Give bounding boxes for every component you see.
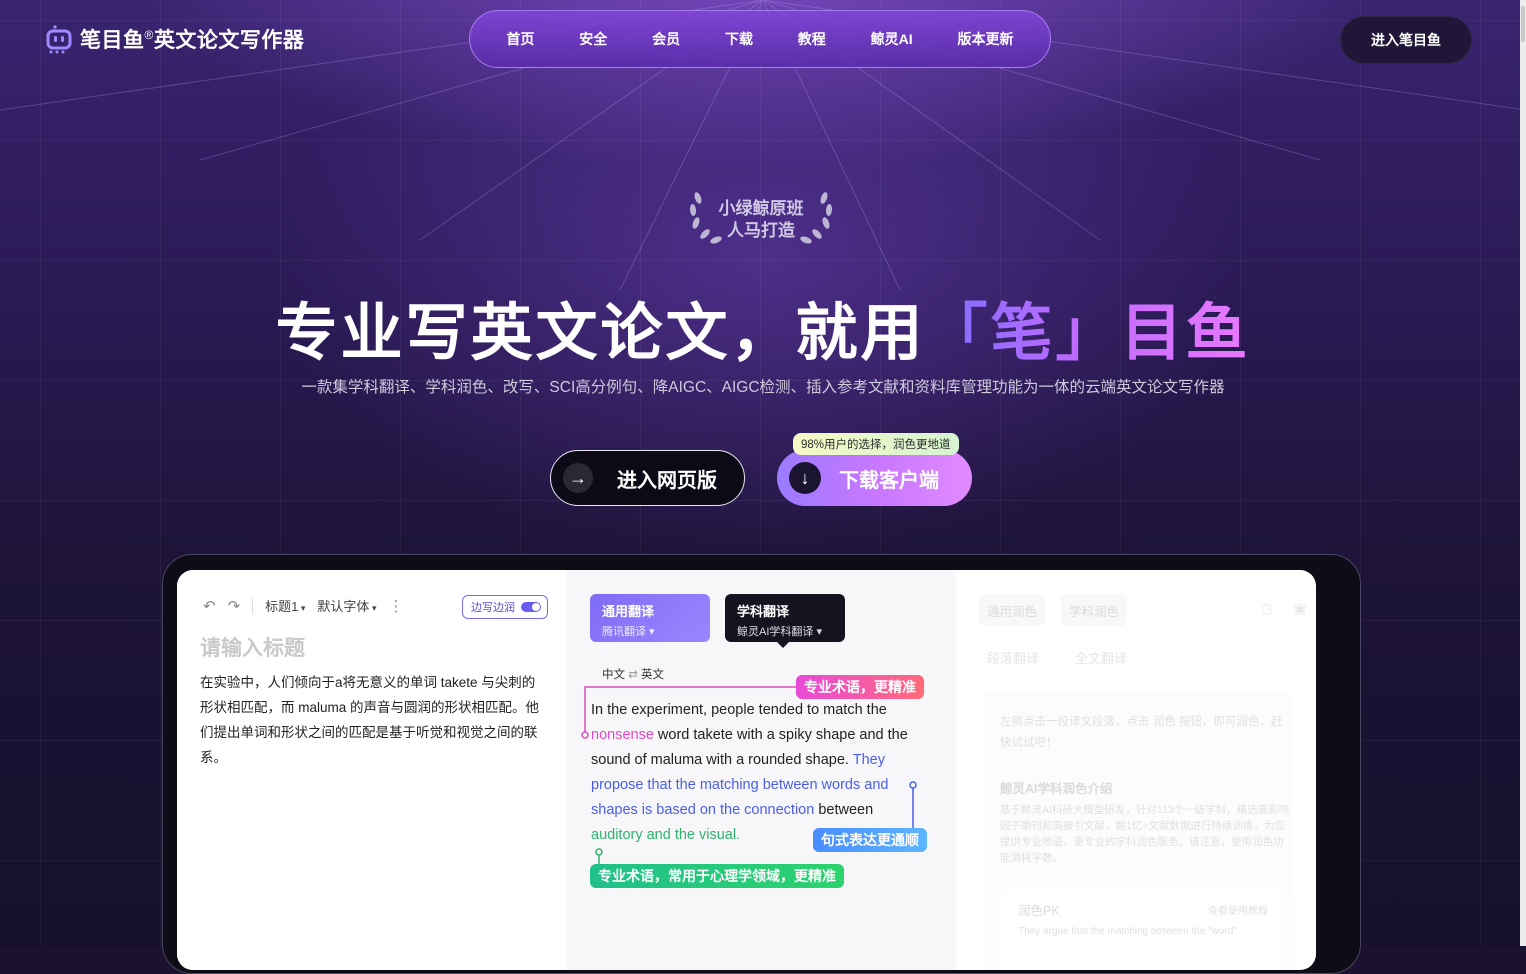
laurel-badge: 小绿鲸原班 人马打造 xyxy=(684,186,838,246)
hero-title: 专业写英文论文，就用「笔」目鱼 xyxy=(275,299,1251,368)
translation-pane: 通用翻译 腾讯翻译 ▾ 学科翻译 鲸灵AI学科翻译 ▾ 中文 ⇄ 英文 In t… xyxy=(567,570,955,970)
tag-terminology: 专业术语，更精准 xyxy=(796,675,924,699)
tab-full-translate[interactable]: 全文翻译 xyxy=(1075,648,1127,667)
badge-line-2: 人马打造 xyxy=(727,221,795,240)
font-dropdown[interactable]: 默认字体 xyxy=(317,596,376,615)
nav-jingling-ai[interactable]: 鲸灵AI xyxy=(871,29,913,49)
scrollbar-thumb[interactable] xyxy=(1521,6,1525,42)
polish-pk-title: 润色PK xyxy=(1018,904,1060,918)
nav-download[interactable]: 下载 xyxy=(725,29,753,49)
brand-logo[interactable]: 笔目鱼®英文论文写作器 xyxy=(46,24,304,54)
polish-intro-text: 基于鲸灵AI科研大模型研发，针对113个一级学科，精选高影响因子期刊和高被引文献… xyxy=(1000,804,1290,864)
tab-subject-polish[interactable]: 学科润色 xyxy=(1061,594,1128,626)
redo-icon[interactable]: ↷ xyxy=(228,597,241,615)
download-client-label: 下载客户端 xyxy=(839,469,939,492)
nav-version-update[interactable]: 版本更新 xyxy=(957,29,1013,49)
nav-membership[interactable]: 会员 xyxy=(652,29,680,49)
app-preview-screen: ↶ ↷ 标题1 默认字体 ⋮ 边写边润 请输入标题 在实验中，人们倾向于a将无意… xyxy=(177,570,1316,970)
arrow-down-icon: ↓ xyxy=(789,462,821,494)
edge-polish-toggle[interactable]: 边写边润 xyxy=(462,595,548,619)
polish-intro-title: 鲸灵AI学科润色介绍 xyxy=(1000,782,1113,796)
scrollbar[interactable] xyxy=(1520,0,1526,946)
enter-app-button[interactable]: 进入笔目鱼 xyxy=(1340,16,1472,64)
polish-pk-text: They argue that the matching between the… xyxy=(1018,926,1237,937)
editor-toolbar: ↶ ↷ 标题1 默认字体 ⋮ xyxy=(203,596,403,615)
hero-subtitle: 一款集学科翻译、学科润色、改写、SCI高分例句、降AIGC、AIGC检测、插入参… xyxy=(301,379,1225,396)
enter-web-label: 进入网页版 xyxy=(617,469,717,492)
undo-icon[interactable]: ↶ xyxy=(203,597,216,615)
enter-web-button[interactable]: → 进入网页版 xyxy=(550,450,745,506)
download-tip-badge: 98%用户的选择，润色更地道 xyxy=(793,433,959,455)
edge-polish-label: 边写边润 xyxy=(471,602,515,614)
nav-security[interactable]: 安全 xyxy=(579,29,607,49)
tag-psychology-term: 专业术语，常用于心理学领域，更精准 xyxy=(590,864,844,888)
nav-tutorial[interactable]: 教程 xyxy=(798,29,826,49)
tab-general-polish[interactable]: 通用润色 xyxy=(979,594,1046,626)
download-client-button[interactable]: ↓ 下载客户端 xyxy=(777,450,972,506)
polish-pk-link[interactable]: 查看使用教程 xyxy=(1208,902,1288,917)
term-nonsense: nonsense xyxy=(591,727,654,743)
robot-logo-icon xyxy=(46,25,72,54)
arrow-right-icon: → xyxy=(563,463,593,493)
history-icon[interactable]: ◷ xyxy=(1261,600,1273,617)
title-input[interactable]: 请输入标题 xyxy=(200,632,305,662)
main-nav: 首页 安全 会员 下载 教程 鲸灵AI 版本更新 xyxy=(469,10,1051,68)
polish-pane: 通用润色 学科润色 ◷ ▣ 段落翻译 全文翻译 左侧点击一段译文段落，点击 润色… xyxy=(955,570,1316,970)
clipboard-icon[interactable]: ▣ xyxy=(1293,600,1306,617)
polish-icons: ◷ ▣ xyxy=(1261,600,1306,617)
tag-sentence-fluency: 句式表达更通顺 xyxy=(813,828,927,852)
polish-hint: 左侧点击一段译文段落，点击 润色 按钮，即可润色，赶快试试吧！ xyxy=(1000,716,1283,749)
toolbar-divider xyxy=(252,597,254,614)
phrase-auditory: auditory and the visual. xyxy=(591,827,741,843)
tab-paragraph-translate[interactable]: 段落翻译 xyxy=(987,648,1039,667)
editor-body[interactable]: 在实验中，人们倾向于a将无意义的单词 takete 与尖刺的形状相匹配，而 ma… xyxy=(200,670,540,770)
heading-dropdown[interactable]: 标题1 xyxy=(265,596,305,615)
polish-tabs: 通用润色 学科润色 xyxy=(979,594,1128,626)
hero-title-highlight: 「笔」目鱼 xyxy=(925,299,1251,368)
translation-output: In the experiment, people tended to matc… xyxy=(591,702,908,843)
nav-home[interactable]: 首页 xyxy=(506,29,534,49)
badge-line-1: 小绿鲸原班 xyxy=(718,199,804,218)
more-icon[interactable]: ⋮ xyxy=(388,597,403,615)
polish-subtabs: 段落翻译 全文翻译 xyxy=(987,648,1127,667)
brand-name: 笔目鱼®英文论文写作器 xyxy=(80,28,305,52)
toggle-switch-icon xyxy=(521,602,541,612)
editor-pane: ↶ ↷ 标题1 默认字体 ⋮ 边写边润 请输入标题 在实验中，人们倾向于a将无意… xyxy=(177,570,568,970)
